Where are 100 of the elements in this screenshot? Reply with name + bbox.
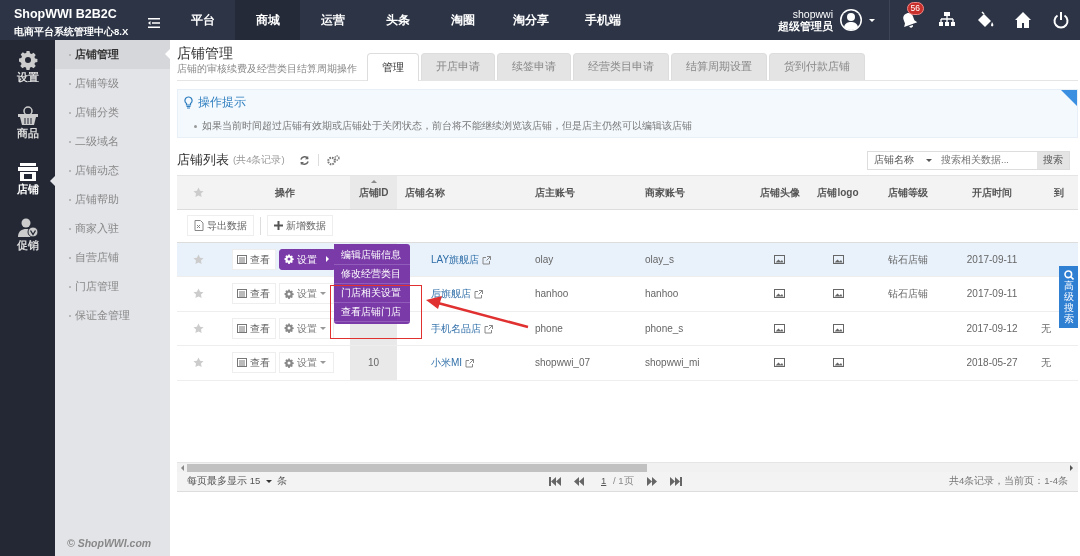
star-icon[interactable] (192, 322, 204, 334)
menu-item[interactable]: 修改经营类目 (333, 264, 410, 284)
file-icon (194, 220, 204, 231)
avatar-icon[interactable] (839, 8, 863, 32)
lightbulb-icon (184, 96, 193, 110)
bell-icon[interactable] (900, 11, 918, 29)
caret-icon[interactable] (869, 18, 875, 22)
add-button[interactable]: 新增数据 (267, 215, 333, 236)
store-link[interactable]: 小米MI (431, 357, 463, 369)
table-row[interactable]: 查看 设置 10 小米MI shopwwi_07 shopwwi_mi 2018-05-27 无 (177, 345, 1078, 380)
external-link-icon[interactable] (482, 255, 492, 265)
view-button[interactable]: 查看 (232, 248, 276, 270)
table-cell: phone_s (637, 311, 752, 346)
settings-button[interactable]: 设置 (278, 352, 334, 374)
image-icon (832, 323, 844, 333)
store-link[interactable]: LAY旗舰店 (431, 253, 480, 265)
external-link-icon[interactable] (474, 290, 483, 300)
search-button[interactable]: 搜索 (1037, 150, 1070, 170)
horizontal-scrollbar[interactable] (177, 462, 1078, 472)
home-icon[interactable] (1014, 11, 1032, 29)
page-summary: 共4条记录，当前页：1-4条 (949, 474, 1068, 489)
gear-icon (283, 357, 294, 368)
external-link-icon[interactable] (484, 324, 493, 334)
table-cell: hanhoo (637, 276, 752, 311)
settings-button[interactable]: 设置 (278, 283, 334, 305)
table-cell: 10 (350, 345, 397, 380)
column-header: 店铺等级 (869, 176, 947, 209)
notification-badge: 56 (906, 2, 924, 15)
menu-toggle-icon[interactable] (148, 18, 160, 28)
search-icon (1063, 270, 1074, 280)
page-number-field[interactable]: 1 (597, 474, 611, 489)
tip-text: 如果当前时间超过店铺有效期或店铺处于关闭状态，前台将不能继续浏览该店铺，但是店主仍然可以编辑该店铺 (202, 119, 692, 134)
nav-tab[interactable]: 淘分享 (495, 0, 567, 40)
menu-item[interactable]: 编辑店铺信息 (333, 245, 410, 265)
unit-label: 条 (277, 474, 288, 489)
plus-icon (274, 221, 283, 230)
page-size-select[interactable]: 15 (249, 474, 272, 489)
column-header: 到 (1037, 176, 1078, 209)
nav-tab[interactable]: 头条 (365, 0, 430, 40)
star-icon[interactable] (192, 288, 204, 300)
brand-title: ShopWWI B2B2C (14, 7, 117, 21)
list-icon (237, 289, 247, 299)
refresh-icon[interactable] (298, 154, 310, 166)
advanced-search-tab[interactable]: 高级搜索 (1059, 266, 1078, 328)
table-cell: hanhoo (527, 276, 637, 311)
member-icon (16, 218, 39, 238)
table-cell: shopwwi_07 (527, 345, 637, 380)
page-title: 店铺管理 (177, 46, 234, 62)
image-icon (832, 254, 844, 264)
table-cell: 2017-09-11 (947, 242, 1037, 277)
nav-tab[interactable]: 商城 (235, 0, 300, 40)
tab[interactable]: 管理 (367, 53, 419, 81)
last-page-icon[interactable] (669, 477, 682, 486)
table-cell: 2017-09-11 (947, 276, 1037, 311)
sidebar-item[interactable]: 店铺 (16, 182, 39, 198)
bullet-icon (194, 124, 197, 128)
nav-tab[interactable]: 手机端 (567, 0, 639, 40)
export-button[interactable]: 导出数据 (187, 215, 254, 236)
sidebar-item[interactable]: 商品 (16, 126, 39, 142)
nav-tab[interactable]: 淘圈 (430, 0, 495, 40)
store-link[interactable]: 手机名品店 (431, 322, 481, 334)
user-role: 超级管理员 (778, 20, 833, 32)
view-button[interactable]: 查看 (232, 317, 276, 339)
column-header[interactable]: 店铺ID (350, 176, 397, 209)
table-cell: 钻石店铺 (869, 276, 947, 311)
image-icon (774, 358, 785, 368)
paint-bucket-icon[interactable] (976, 11, 994, 29)
list-title: 店铺列表 (177, 151, 229, 170)
settings-button[interactable]: 设置 (278, 248, 334, 270)
corner-mark-icon (1061, 90, 1077, 106)
table-cell: olay (527, 242, 637, 277)
settings-button[interactable]: 设置 (278, 317, 334, 339)
column-header: 开店时间 (947, 176, 1037, 209)
tips-title: 操作提示 (198, 95, 246, 110)
view-button[interactable]: 查看 (232, 352, 276, 374)
column-header: 店铺logo (807, 176, 869, 209)
previous-page-icon[interactable] (573, 477, 585, 486)
star-icon[interactable] (192, 357, 204, 369)
external-link-icon[interactable] (465, 359, 475, 369)
power-icon[interactable] (1052, 11, 1070, 29)
nav-tab[interactable]: 平台 (170, 0, 235, 40)
search-field[interactable]: 搜索相关数据... (937, 150, 1037, 170)
first-page-icon[interactable] (549, 477, 561, 486)
sitemap-icon[interactable] (938, 11, 956, 29)
sidebar-item[interactable]: 设置 (16, 70, 39, 86)
star-icon[interactable] (192, 253, 204, 265)
table-cell: shopwwi_mi (637, 345, 752, 380)
settings-icon[interactable] (326, 154, 340, 166)
nav-tab[interactable]: 运营 (300, 0, 365, 40)
next-page-icon[interactable] (645, 477, 658, 486)
page-total: / 1页 (613, 474, 634, 489)
field-select[interactable]: 店铺名称 (867, 150, 937, 170)
brand-subtitle: 电商平台系统管理中心8.X (14, 24, 129, 39)
page-subtitle: 店铺的审核续费及经营类目结算周期操作 (177, 62, 358, 76)
view-button[interactable]: 查看 (232, 283, 276, 305)
record-count: (共4条记录) (233, 152, 285, 167)
star-icon[interactable] (192, 186, 204, 198)
table-cell: 2017-09-12 (947, 311, 1037, 346)
gear-icon (283, 254, 294, 265)
sidebar-item[interactable]: 促销 (16, 238, 39, 254)
